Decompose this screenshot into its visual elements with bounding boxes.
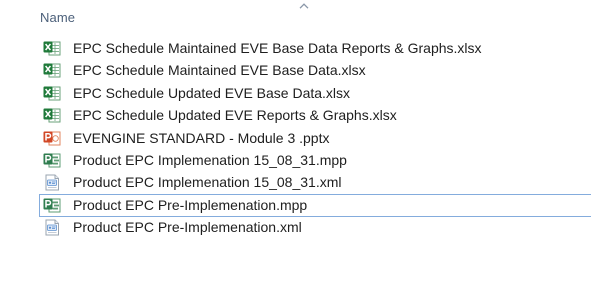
file-row[interactable]: Product EPC Pre-Implemenation.xml <box>0 217 591 239</box>
project-file-icon <box>43 152 61 169</box>
file-name[interactable]: Product EPC Implemenation 15_08_31.mpp <box>73 152 347 168</box>
xml-file-icon <box>43 219 61 236</box>
project-file-icon <box>43 197 61 214</box>
file-name[interactable]: Product EPC Implemenation 15_08_31.xml <box>73 174 341 190</box>
file-name[interactable]: EVENGINE STANDARD - Module 3 .pptx <box>73 130 329 146</box>
file-name[interactable]: EPC Schedule Updated EVE Base Data.xlsx <box>73 85 350 101</box>
file-list: EPC Schedule Maintained EVE Base Data Re… <box>0 38 591 240</box>
excel-file-icon <box>43 85 61 102</box>
file-name[interactable]: EPC Schedule Maintained EVE Base Data Re… <box>73 40 482 56</box>
excel-file-icon <box>43 62 61 79</box>
file-row[interactable]: EVENGINE STANDARD - Module 3 .pptx <box>0 128 591 150</box>
file-row[interactable]: Product EPC Pre-Implemenation.mpp <box>0 193 591 217</box>
powerpoint-file-icon <box>43 130 61 147</box>
file-name[interactable]: Product EPC Pre-Implemenation.mpp <box>73 197 307 213</box>
file-name[interactable]: EPC Schedule Updated EVE Reports & Graph… <box>73 107 397 123</box>
file-row[interactable]: Product EPC Implemenation 15_08_31.xml <box>0 172 591 194</box>
chevron-up-icon <box>299 3 309 9</box>
xml-file-icon <box>43 174 61 191</box>
file-row[interactable]: Product EPC Implemenation 15_08_31.mpp <box>0 150 591 172</box>
file-name[interactable]: Product EPC Pre-Implemenation.xml <box>73 219 302 235</box>
excel-file-icon <box>43 107 61 124</box>
file-row[interactable]: EPC Schedule Maintained EVE Base Data.xl… <box>0 60 591 82</box>
column-header[interactable]: Name <box>0 0 591 32</box>
file-row[interactable]: EPC Schedule Maintained EVE Base Data Re… <box>0 38 591 60</box>
file-name[interactable]: EPC Schedule Maintained EVE Base Data.xl… <box>73 62 366 78</box>
file-row[interactable]: EPC Schedule Updated EVE Reports & Graph… <box>0 105 591 127</box>
excel-file-icon <box>43 40 61 57</box>
file-row[interactable]: EPC Schedule Updated EVE Base Data.xlsx <box>0 83 591 105</box>
name-column-header[interactable]: Name <box>40 10 75 25</box>
